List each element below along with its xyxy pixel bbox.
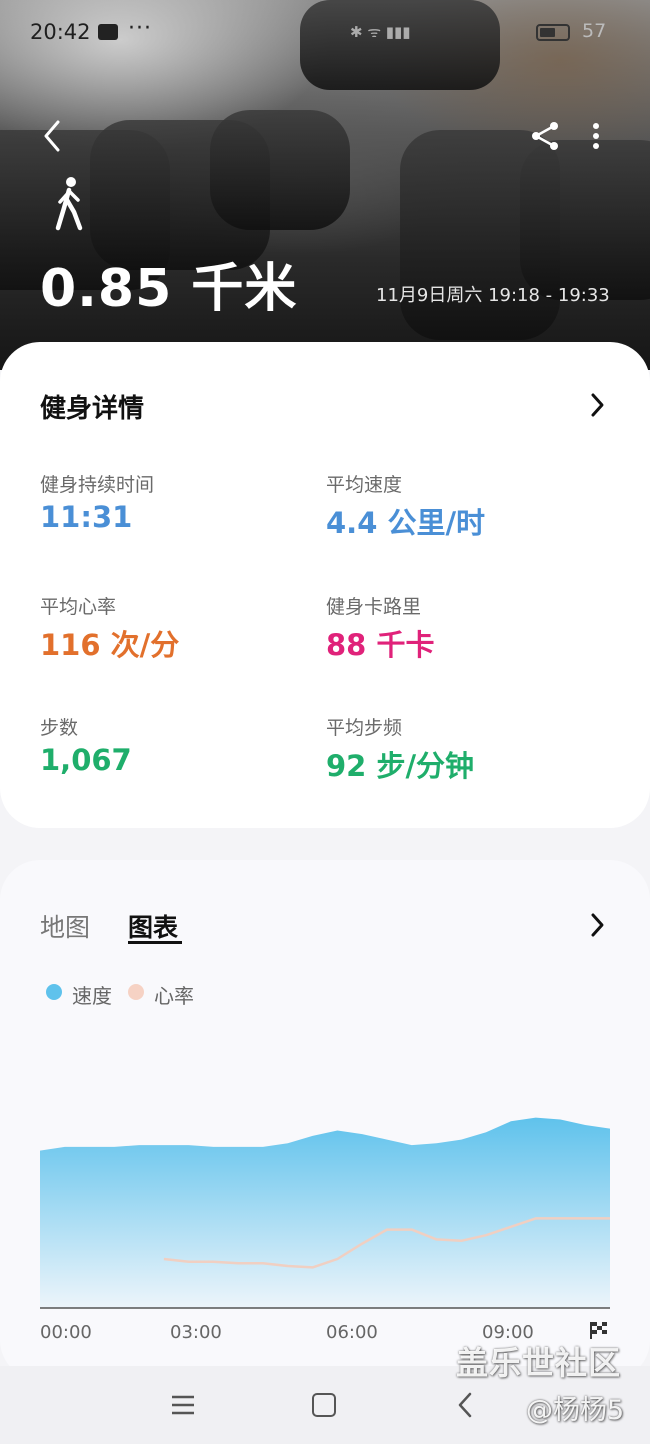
metric-label-avg-speed: 平均速度 bbox=[326, 474, 403, 496]
chevron-right-icon[interactable] bbox=[586, 910, 608, 940]
metric-value-cadence: 92 步/分钟 bbox=[326, 749, 475, 783]
battery-percent: 57 bbox=[582, 20, 607, 42]
status-bar: 20:42 ··· ✱ ᯤ ▮▮▮ 57 bbox=[0, 0, 650, 64]
tab-chart[interactable]: 图表 bbox=[128, 908, 178, 944]
message-notification-icon bbox=[98, 24, 118, 40]
battery-icon bbox=[536, 24, 570, 41]
more-notifications-icon: ··· bbox=[128, 16, 152, 41]
watermark-username: @杨杨5 bbox=[526, 1395, 625, 1426]
metric-value-calories: 88 千卡 bbox=[326, 628, 435, 662]
tab-map[interactable]: 地图 bbox=[40, 908, 90, 944]
metric-value-steps: 1,067 bbox=[40, 743, 132, 777]
chevron-right-icon[interactable] bbox=[586, 390, 608, 420]
walking-person-icon bbox=[55, 177, 83, 231]
total-distance: 0.85 千米 bbox=[40, 259, 298, 319]
legend-dot-heart-rate bbox=[128, 984, 144, 1000]
more-vertical-icon[interactable] bbox=[584, 118, 608, 154]
legend-label-heart-rate: 心率 bbox=[154, 984, 194, 1008]
signal-wifi-icons: ✱ ᯤ ▮▮▮ bbox=[350, 23, 411, 41]
battery-level bbox=[540, 28, 555, 37]
watermark-community: 盖乐世社区 bbox=[456, 1344, 622, 1382]
back-arrow-icon[interactable] bbox=[34, 116, 74, 156]
metric-label-avg-heart-rate: 平均心率 bbox=[40, 596, 117, 618]
dumbbell-decoration bbox=[520, 140, 650, 300]
x-tick-label: 00:00 bbox=[40, 1322, 92, 1343]
share-icon[interactable] bbox=[528, 118, 564, 154]
metric-label-steps: 步数 bbox=[40, 717, 79, 739]
metric-label-duration: 健身持续时间 bbox=[40, 474, 155, 496]
speed-heart-rate-chart bbox=[40, 1117, 610, 1309]
metric-value-avg-speed: 4.4 公里/时 bbox=[326, 506, 486, 540]
metric-label-calories: 健身卡路里 bbox=[326, 596, 422, 618]
dumbbell-decoration bbox=[210, 110, 350, 230]
speed-area-series bbox=[40, 1117, 610, 1308]
back-chevron-icon[interactable] bbox=[454, 1390, 476, 1420]
active-tab-indicator bbox=[128, 941, 182, 944]
x-tick-label: 06:00 bbox=[326, 1322, 378, 1343]
status-time: 20:42 bbox=[30, 20, 91, 44]
metric-value-avg-heart-rate: 116 次/分 bbox=[40, 628, 180, 662]
fitness-details-title: 健身详情 bbox=[40, 394, 145, 424]
workout-date-range: 11月9日周六 19:18 - 19:33 bbox=[376, 285, 610, 306]
metric-value-duration: 11:31 bbox=[40, 500, 133, 534]
x-tick-label: 03:00 bbox=[170, 1322, 222, 1343]
menu-icon[interactable] bbox=[170, 1394, 196, 1416]
legend-label-speed: 速度 bbox=[72, 984, 112, 1008]
metric-label-cadence: 平均步频 bbox=[326, 717, 403, 739]
hero-banner: 20:42 ··· ✱ ᯤ ▮▮▮ 57 0.85 千米 11月9日周六 19:… bbox=[0, 0, 650, 370]
legend-dot-speed bbox=[46, 984, 62, 1000]
home-square-icon[interactable] bbox=[312, 1393, 336, 1417]
finish-flag-icon bbox=[590, 1322, 607, 1339]
